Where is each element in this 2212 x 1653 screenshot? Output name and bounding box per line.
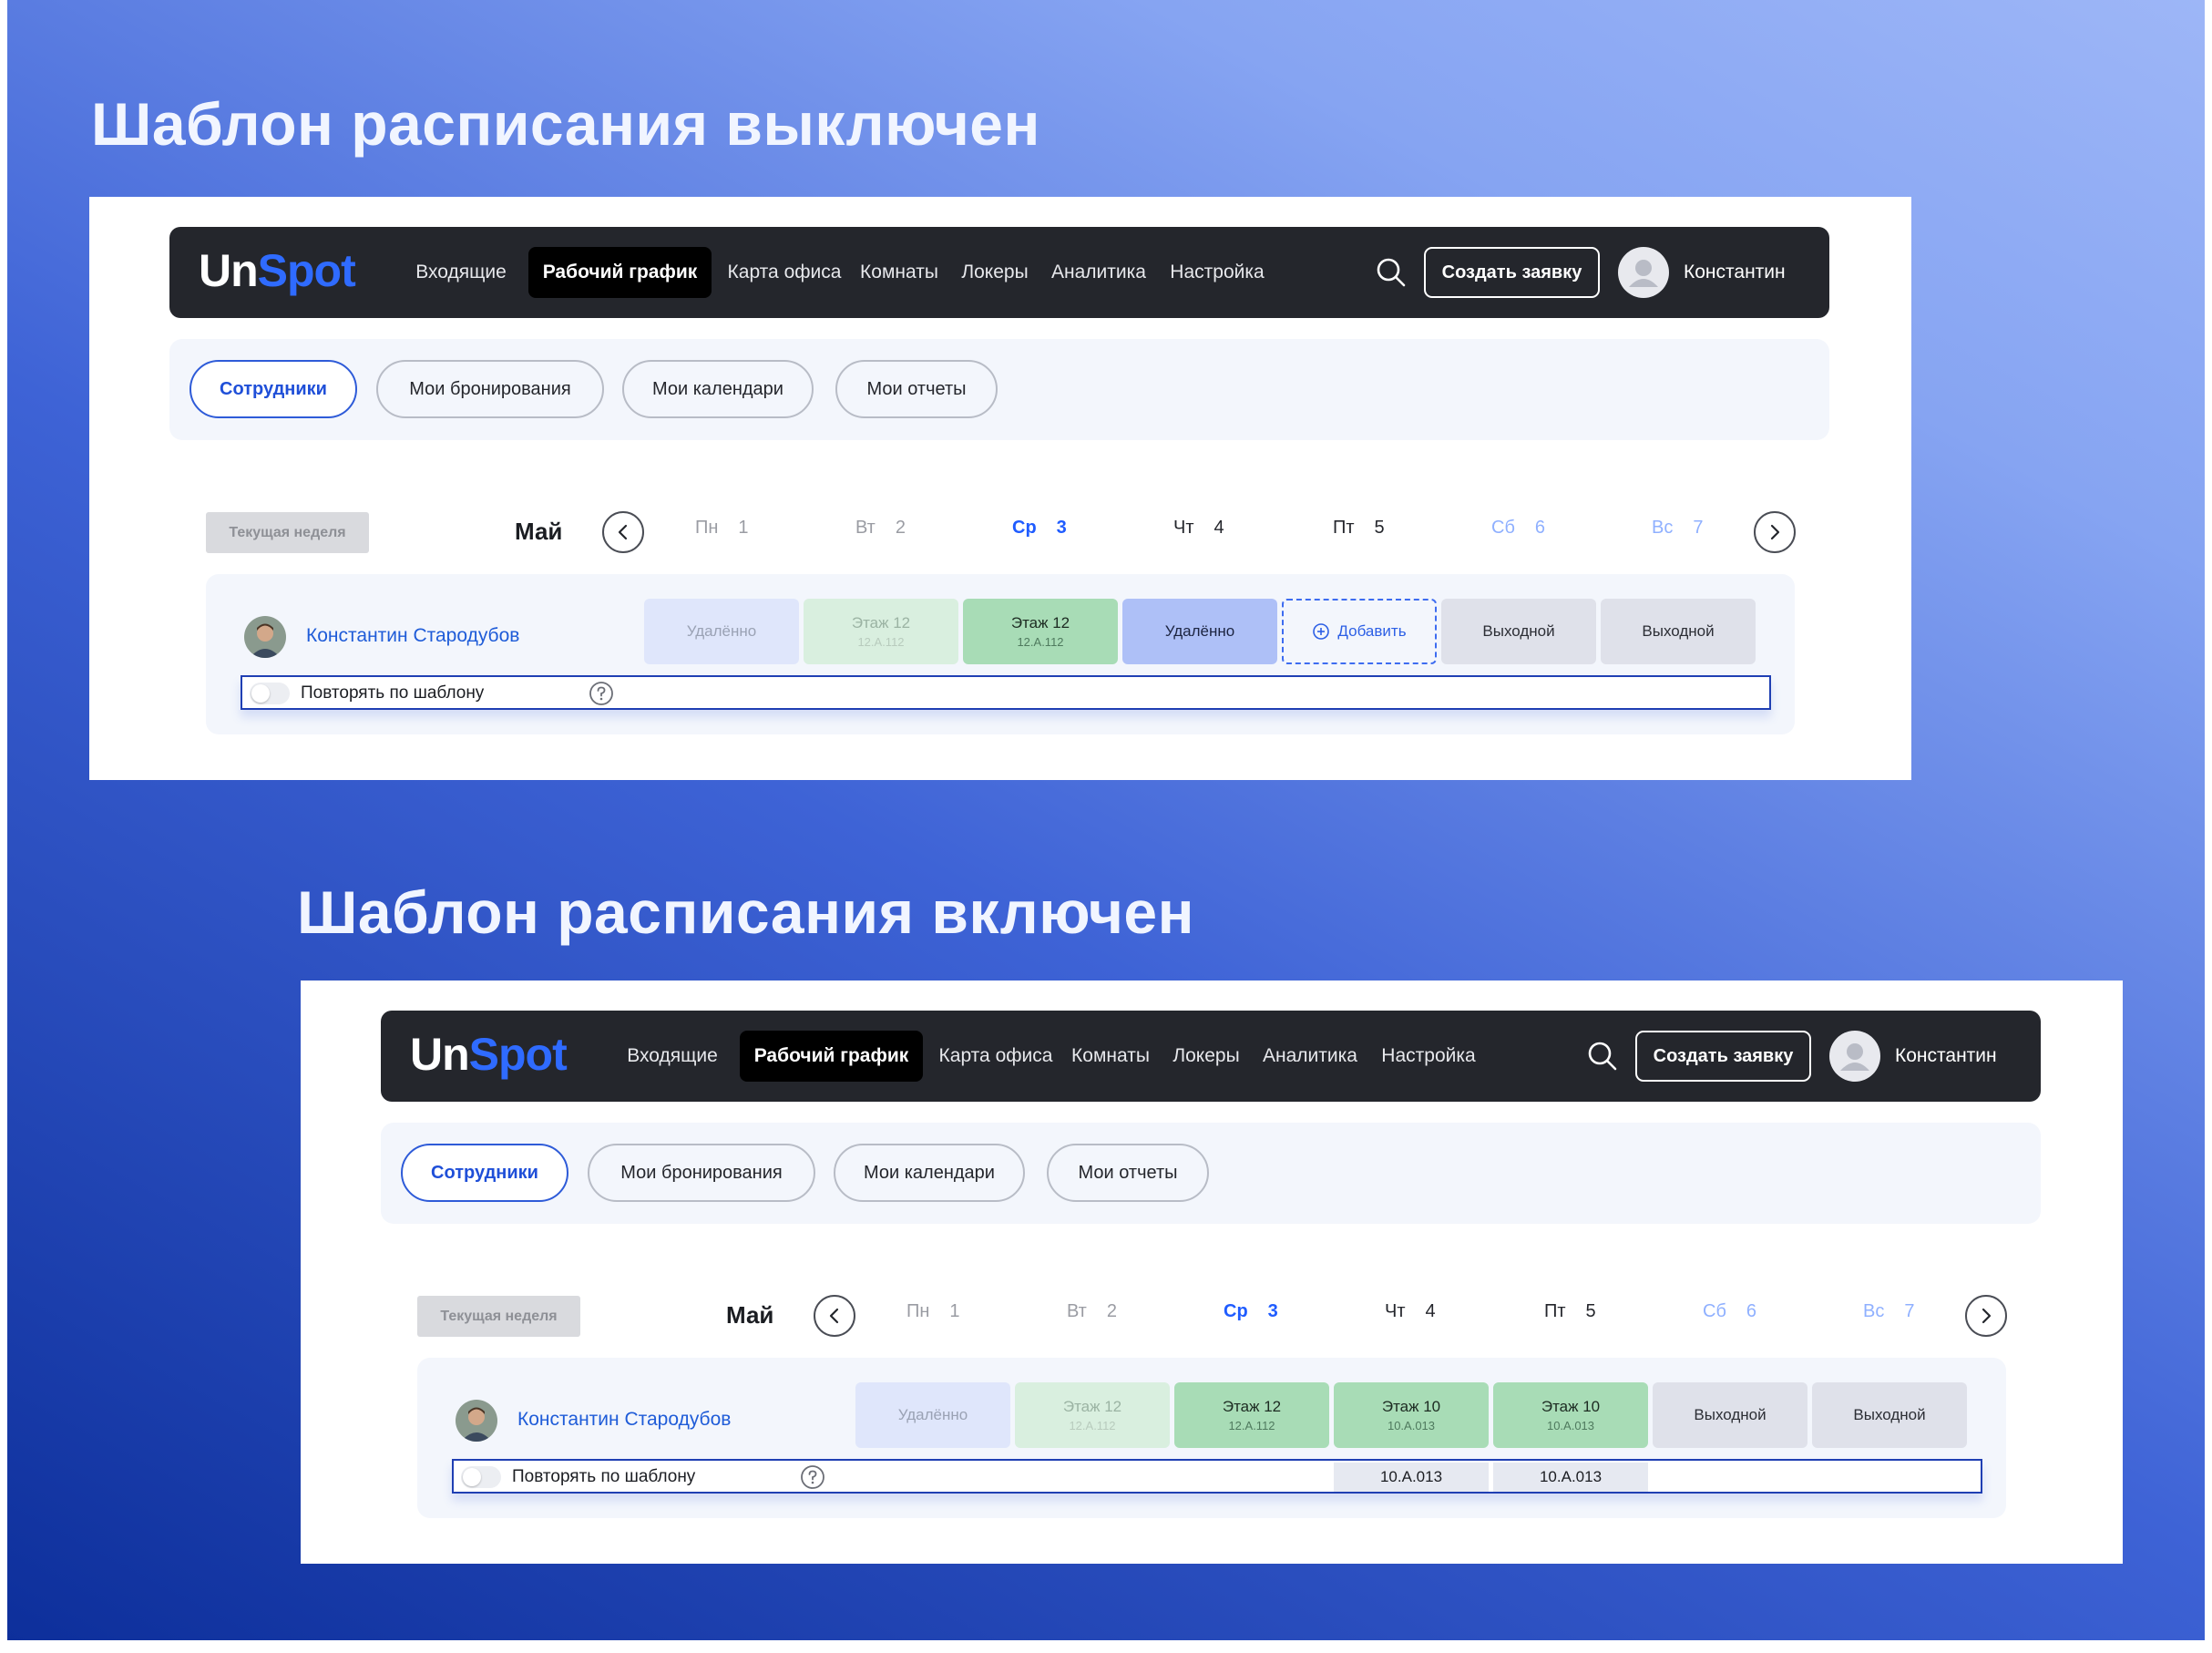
nav-office-map[interactable]: Карта офиса — [724, 247, 845, 298]
template-repeat-row: Повторять по шаблону — [241, 675, 1771, 710]
nav-settings[interactable]: Настройка — [1377, 1031, 1480, 1082]
sub-tabs: Сотрудники Мои бронирования Мои календар… — [169, 339, 1829, 440]
nav-inbox[interactable]: Входящие — [627, 1031, 718, 1082]
section-title-on: Шаблон расписания включен — [297, 878, 1194, 946]
help-icon[interactable] — [800, 1464, 825, 1490]
schedule-panel-off: UnSpot Входящие Рабочий график Карта офи… — [89, 197, 1911, 780]
schedule-cell-thu[interactable]: Этаж 10 10.A.013 — [1334, 1382, 1489, 1448]
day-wed: Ср 3 — [1012, 518, 1067, 538]
schedule-cell-fri[interactable]: Этаж 10 10.A.013 — [1493, 1382, 1648, 1448]
template-cell-fri[interactable]: 10.A.013 — [1493, 1463, 1648, 1492]
section-title-off: Шаблон расписания выключен — [91, 90, 1040, 158]
day-wed: Ср 3 — [1224, 1301, 1278, 1321]
nav-work-schedule[interactable]: Рабочий график — [740, 1031, 923, 1082]
chevron-right-icon — [1770, 524, 1780, 540]
day-thu: Чт 4 — [1173, 518, 1224, 538]
schedule-cell-mon[interactable]: Удалённо — [855, 1382, 1010, 1448]
schedule-cell-sun[interactable]: Выходной — [1812, 1382, 1967, 1448]
day-mon: Пн 1 — [695, 518, 749, 538]
tab-my-reports[interactable]: Мои отчеты — [1047, 1144, 1209, 1202]
create-request-button[interactable]: Создать заявку — [1424, 247, 1600, 298]
unspot-logo[interactable]: UnSpot — [199, 241, 356, 300]
schedule-cell-sat[interactable]: Выходной — [1653, 1382, 1807, 1448]
tab-employees[interactable]: Сотрудники — [401, 1144, 568, 1202]
add-booking-button[interactable]: Добавить — [1282, 599, 1437, 664]
tab-my-calendars[interactable]: Мои календари — [622, 360, 814, 418]
next-week-button[interactable] — [1754, 511, 1796, 553]
employee-avatar[interactable] — [244, 616, 286, 658]
nav-analytics[interactable]: Аналитика — [1050, 247, 1148, 298]
current-week-button[interactable]: Текущая неделя — [417, 1296, 580, 1337]
schedule-cell-mon[interactable]: Удалённо — [644, 599, 799, 664]
schedule-cell-tue[interactable]: Этаж 12 12.A.112 — [804, 599, 958, 664]
day-mon: Пн 1 — [906, 1301, 960, 1321]
create-request-button[interactable]: Создать заявку — [1635, 1031, 1811, 1082]
user-placeholder-icon — [1629, 260, 1658, 287]
tab-my-calendars[interactable]: Мои календари — [834, 1144, 1025, 1202]
employee-name[interactable]: Константин Стародубов — [306, 625, 519, 647]
template-cell-thu[interactable]: 10.A.013 — [1334, 1463, 1489, 1492]
user-name[interactable]: Константин — [1684, 247, 1786, 298]
schedule-cell-wed[interactable]: Этаж 12 12.A.112 — [1174, 1382, 1329, 1448]
employee-photo — [456, 1400, 497, 1442]
template-toggle-label: Повторять по шаблону — [301, 683, 485, 703]
schedule-cell-thu[interactable]: Удалённо — [1122, 599, 1277, 664]
user-name[interactable]: Константин — [1895, 1031, 1997, 1082]
nav-analytics[interactable]: Аналитика — [1261, 1031, 1359, 1082]
chevron-left-icon — [618, 524, 628, 540]
user-avatar[interactable] — [1829, 1031, 1880, 1082]
tab-my-reports[interactable]: Мои отчеты — [835, 360, 998, 418]
tab-my-bookings[interactable]: Мои бронирования — [588, 1144, 815, 1202]
employee-avatar[interactable] — [456, 1400, 497, 1442]
prev-week-button[interactable] — [814, 1295, 855, 1337]
day-sun: Вс 7 — [1652, 518, 1704, 538]
chevron-left-icon — [829, 1308, 839, 1324]
nav-rooms[interactable]: Комнаты — [1070, 1031, 1152, 1082]
day-tue: Вт 2 — [855, 518, 906, 538]
chevron-right-icon — [1982, 1308, 1992, 1324]
employee-photo — [244, 616, 286, 658]
next-week-button[interactable] — [1965, 1295, 2007, 1337]
sub-tabs: Сотрудники Мои бронирования Мои календар… — [381, 1123, 2041, 1224]
nav-lockers[interactable]: Локеры — [957, 247, 1033, 298]
search-icon[interactable] — [1587, 1041, 1618, 1072]
tab-employees[interactable]: Сотрудники — [189, 360, 357, 418]
tab-my-bookings[interactable]: Мои бронирования — [376, 360, 604, 418]
schedule-cell-sat[interactable]: Выходной — [1441, 599, 1596, 664]
month-label: Май — [726, 1301, 774, 1329]
template-toggle[interactable] — [461, 1466, 501, 1488]
help-icon[interactable] — [589, 681, 614, 706]
nav-settings[interactable]: Настройка — [1166, 247, 1268, 298]
nav-inbox[interactable]: Входящие — [415, 247, 507, 298]
day-tue: Вт 2 — [1067, 1301, 1117, 1321]
nav-work-schedule[interactable]: Рабочий график — [528, 247, 712, 298]
day-sun: Вс 7 — [1863, 1301, 1915, 1321]
plus-circle-icon — [1313, 623, 1330, 640]
employee-name[interactable]: Константин Стародубов — [517, 1409, 731, 1431]
top-navbar: UnSpot Входящие Рабочий график Карта офи… — [381, 1011, 2041, 1102]
schedule-cell-sun[interactable]: Выходной — [1601, 599, 1756, 664]
template-toggle-label: Повторять по шаблону — [512, 1467, 696, 1486]
search-icon[interactable] — [1376, 257, 1407, 288]
day-sat: Сб 6 — [1703, 1301, 1757, 1321]
top-navbar: UnSpot Входящие Рабочий график Карта офи… — [169, 227, 1829, 318]
template-toggle[interactable] — [250, 683, 290, 704]
user-placeholder-icon — [1840, 1043, 1869, 1071]
schedule-cell-wed[interactable]: Этаж 12 12.A.112 — [963, 599, 1118, 664]
user-avatar[interactable] — [1618, 247, 1669, 298]
unspot-logo[interactable]: UnSpot — [410, 1025, 568, 1083]
schedule-cell-tue[interactable]: Этаж 12 12.A.112 — [1015, 1382, 1170, 1448]
template-repeat-row: Повторять по шаблону 10.A.013 10.A.013 — [452, 1459, 1982, 1494]
current-week-button[interactable]: Текущая неделя — [206, 512, 369, 553]
nav-office-map[interactable]: Карта офиса — [936, 1031, 1056, 1082]
nav-lockers[interactable]: Локеры — [1168, 1031, 1244, 1082]
day-thu: Чт 4 — [1385, 1301, 1436, 1321]
day-fri: Пт 5 — [1544, 1301, 1596, 1321]
nav-rooms[interactable]: Комнаты — [858, 247, 940, 298]
schedule-panel-on: UnSpot Входящие Рабочий график Карта офи… — [301, 981, 2123, 1564]
day-fri: Пт 5 — [1333, 518, 1385, 538]
month-label: Май — [515, 518, 563, 545]
prev-week-button[interactable] — [602, 511, 644, 553]
day-sat: Сб 6 — [1491, 518, 1546, 538]
